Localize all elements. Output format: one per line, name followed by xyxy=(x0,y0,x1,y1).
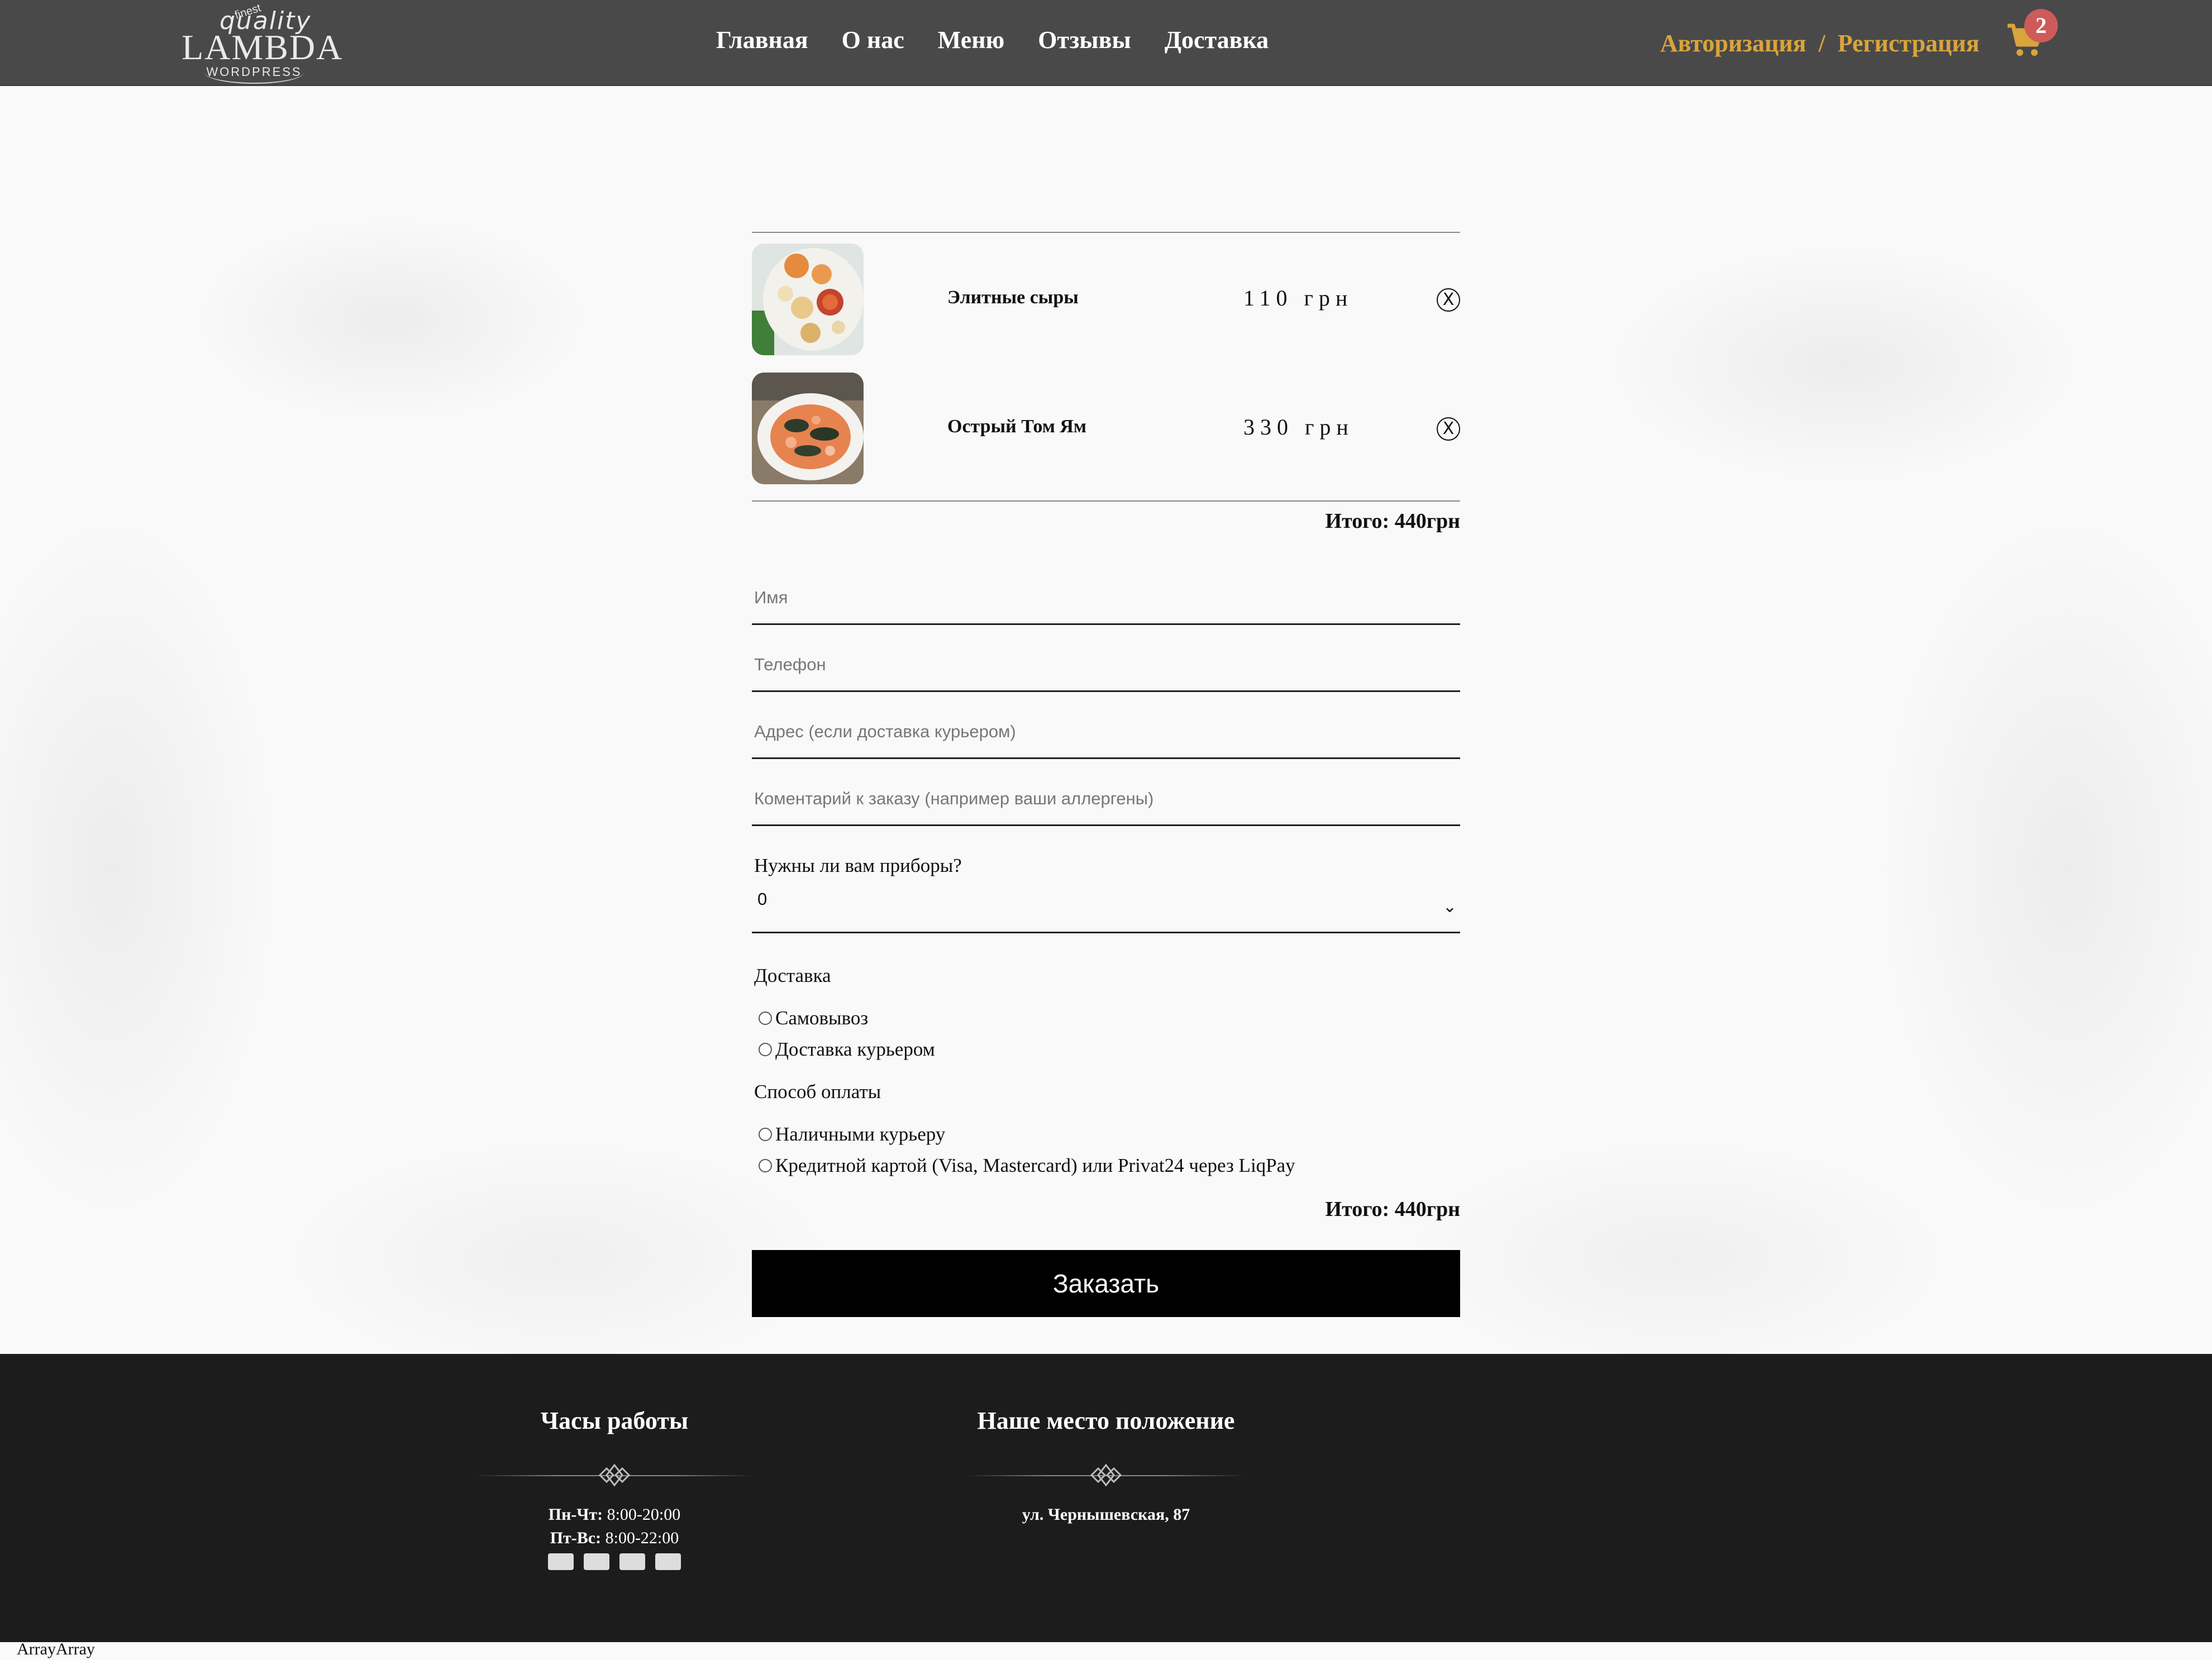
auth-links: Авторизация / Регистрация xyxy=(1660,29,1980,58)
payment-icons xyxy=(475,1553,754,1570)
radio-label: Самовывоз xyxy=(775,1007,869,1029)
hours-list: Пн-Чт: 8:00-20:00 Пт-Вс: 8:00-22:00 xyxy=(475,1503,754,1550)
site-header: finest quality LAMBDA WORDPRESS Главная … xyxy=(0,0,2212,86)
cart-item-price: 330 грн xyxy=(1243,414,1354,440)
cart-item-price: 110 грн xyxy=(1243,285,1353,311)
hours-section: Часы работы Пн-Чт: 8:00-20:00 Пт-Вс: 8:0… xyxy=(475,1406,754,1570)
logo[interactable]: finest quality LAMBDA WORDPRESS xyxy=(182,2,342,84)
cart-total: Итого: 440грн xyxy=(1325,509,1460,533)
address-input[interactable] xyxy=(752,712,1459,752)
cart-count-badge[interactable]: 2 xyxy=(2024,9,2058,42)
hours-time: 8:00-22:00 xyxy=(605,1529,679,1547)
nav-menu[interactable]: Меню xyxy=(938,26,1004,54)
cart-item: Острый Том Ям 330 грн X xyxy=(752,373,1460,484)
site-footer: Часы работы Пн-Чт: 8:00-20:00 Пт-Вс: 8:0… xyxy=(0,1354,2212,1642)
register-link[interactable]: Регистрация xyxy=(1838,29,1980,58)
hours-days: Пн-Чт: xyxy=(548,1505,603,1524)
ornament-icon xyxy=(598,1463,631,1487)
utensils-select[interactable]: 0 ⌄ xyxy=(752,881,1460,933)
nav-delivery[interactable]: Доставка xyxy=(1165,26,1269,54)
remove-item-button[interactable]: X xyxy=(1437,288,1460,312)
delivery-option-courier[interactable]: Доставка курьером xyxy=(759,1038,935,1061)
payment-label: Способ оплаты xyxy=(754,1081,881,1103)
mastercard-icon xyxy=(655,1553,681,1570)
cart-item-name: Острый Том Ям xyxy=(947,416,1087,437)
radio-button[interactable] xyxy=(759,1043,772,1056)
cheese-plate-image xyxy=(752,244,864,355)
name-input[interactable] xyxy=(752,578,1459,618)
radio-label: Доставка курьером xyxy=(775,1038,935,1060)
delivery-option-pickup[interactable]: Самовывоз xyxy=(759,1007,868,1029)
comment-input[interactable] xyxy=(752,779,1459,819)
radio-button[interactable] xyxy=(759,1012,772,1025)
card-icon xyxy=(548,1553,574,1570)
hours-title: Часы работы xyxy=(540,1407,689,1434)
divider-ornament xyxy=(966,1458,1246,1492)
nav-reviews[interactable]: Отзывы xyxy=(1038,26,1131,54)
address-field xyxy=(752,691,1460,759)
login-link[interactable]: Авторизация xyxy=(1660,29,1806,58)
debug-output: ArrayArray xyxy=(17,1640,95,1658)
utensils-label: Нужны ли вам приборы? xyxy=(754,855,962,876)
name-field xyxy=(752,557,1460,625)
radio-label: Кредитной картой (Visa, Mastercard) или … xyxy=(775,1155,1295,1176)
radio-button[interactable] xyxy=(759,1159,772,1172)
ornament-icon xyxy=(1090,1463,1122,1487)
payment-option-cash[interactable]: Наличными курьеру xyxy=(759,1123,945,1146)
hours-time: 8:00-20:00 xyxy=(607,1505,681,1524)
remove-item-button[interactable]: X xyxy=(1437,417,1460,441)
main-nav: Главная О нас Меню Отзывы Доставка xyxy=(716,26,1269,54)
nav-home[interactable]: Главная xyxy=(716,26,808,54)
phone-field xyxy=(752,624,1460,692)
cart-item-name: Элитные сыры xyxy=(947,287,1079,308)
radio-button[interactable] xyxy=(759,1128,772,1141)
comment-field xyxy=(752,759,1460,826)
divider-ornament xyxy=(475,1458,754,1492)
list-top-divider xyxy=(752,232,1460,233)
nav-about[interactable]: О нас xyxy=(842,26,904,54)
location-title: Наше место положение xyxy=(977,1407,1235,1434)
payment-option-card[interactable]: Кредитной картой (Visa, Mastercard) или … xyxy=(759,1155,1295,1177)
auth-separator: / xyxy=(1818,30,1825,57)
chevron-down-icon: ⌄ xyxy=(1442,897,1457,917)
order-button[interactable]: Заказать xyxy=(752,1250,1460,1317)
delivery-label: Доставка xyxy=(754,965,831,986)
order-total: Итого: 440грн xyxy=(1325,1198,1460,1221)
phone-input[interactable] xyxy=(752,645,1459,685)
address-text: ул. Чернышевская, 87 xyxy=(1022,1505,1190,1524)
list-bottom-divider xyxy=(752,500,1460,502)
cart-item: Элитные сыры 110 грн X xyxy=(752,244,1460,355)
location-section: Наше место положение ул. Чернышевская, 8… xyxy=(966,1406,1246,1527)
paypal-icon xyxy=(584,1553,609,1570)
tom-yam-soup-image xyxy=(752,373,864,484)
logo-sub: WORDPRESS xyxy=(206,65,302,79)
radio-label: Наличными курьеру xyxy=(775,1123,946,1145)
visa-icon xyxy=(619,1553,645,1570)
utensils-value: 0 xyxy=(757,889,767,909)
hours-days: Пт-Вс: xyxy=(550,1529,602,1547)
